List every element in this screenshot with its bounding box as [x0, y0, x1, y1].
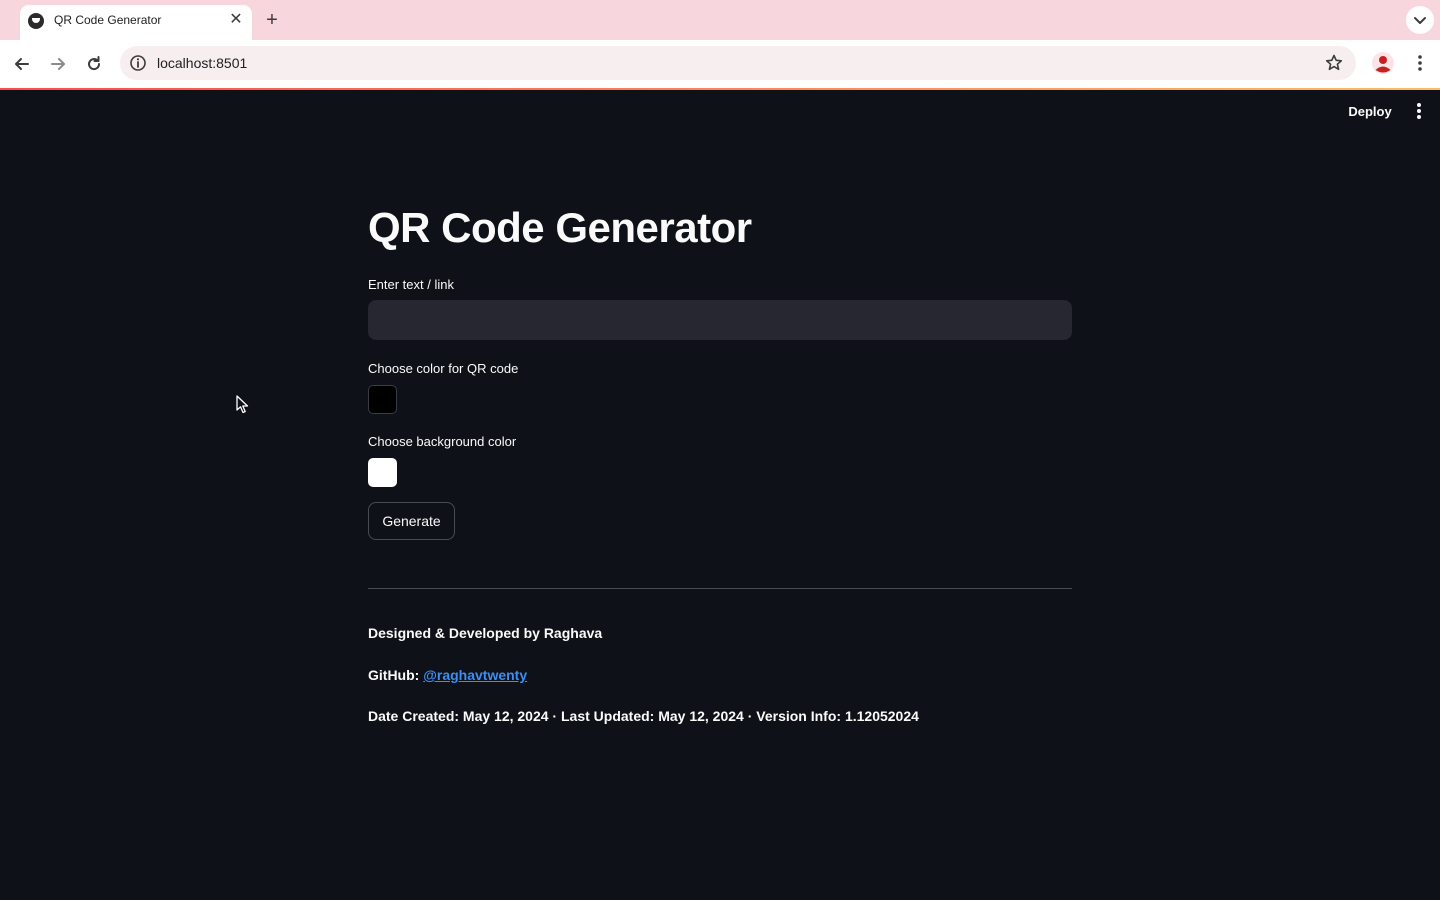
qr-color-picker[interactable]: [368, 385, 397, 414]
bg-color-label: Choose background color: [368, 434, 517, 449]
profile-avatar-icon[interactable]: [1371, 51, 1395, 75]
app-main-menu-icon[interactable]: [1408, 100, 1430, 124]
new-tab-icon[interactable]: +: [262, 9, 282, 31]
site-info-icon[interactable]: [129, 54, 147, 72]
mouse-cursor-icon: [236, 395, 250, 415]
browser-tab[interactable]: QR Code Generator ✕: [20, 5, 252, 40]
text-input-label: Enter text / link: [368, 277, 454, 292]
browser-menu-icon[interactable]: [1410, 51, 1430, 75]
tab-title: QR Code Generator: [54, 13, 162, 27]
back-arrow-icon[interactable]: [9, 51, 35, 77]
divider: [368, 588, 1072, 589]
bookmark-star-icon[interactable]: [1324, 53, 1344, 73]
header-decoration-line: [0, 88, 1440, 90]
version-info-text: Date Created: May 12, 2024 · Last Update…: [368, 708, 919, 724]
github-line: GitHub: @raghavtwenty: [368, 667, 527, 683]
close-tab-icon[interactable]: ✕: [226, 10, 246, 30]
github-link[interactable]: @raghavtwenty: [423, 667, 527, 683]
address-bar[interactable]: localhost:8501: [120, 46, 1356, 80]
chevron-down-icon: [1414, 17, 1426, 24]
generate-button[interactable]: Generate: [368, 502, 455, 540]
browser-tab-strip: QR Code Generator ✕ +: [0, 0, 1440, 40]
qr-color-label: Choose color for QR code: [368, 361, 519, 376]
background-color-picker[interactable]: [368, 458, 397, 487]
credit-text: Designed & Developed by Raghava: [368, 625, 603, 641]
github-prefix: GitHub:: [368, 667, 424, 683]
streamlit-favicon-icon: [28, 13, 44, 29]
browser-toolbar: localhost:8501: [0, 40, 1440, 88]
deploy-button[interactable]: Deploy: [1340, 100, 1400, 124]
tab-search-button[interactable]: [1406, 6, 1434, 34]
page-title: QR Code Generator: [368, 204, 752, 251]
reload-icon[interactable]: [81, 51, 107, 77]
url-text: localhost:8501: [157, 55, 248, 71]
text-link-input[interactable]: [368, 300, 1072, 340]
forward-arrow-icon[interactable]: [45, 51, 71, 77]
